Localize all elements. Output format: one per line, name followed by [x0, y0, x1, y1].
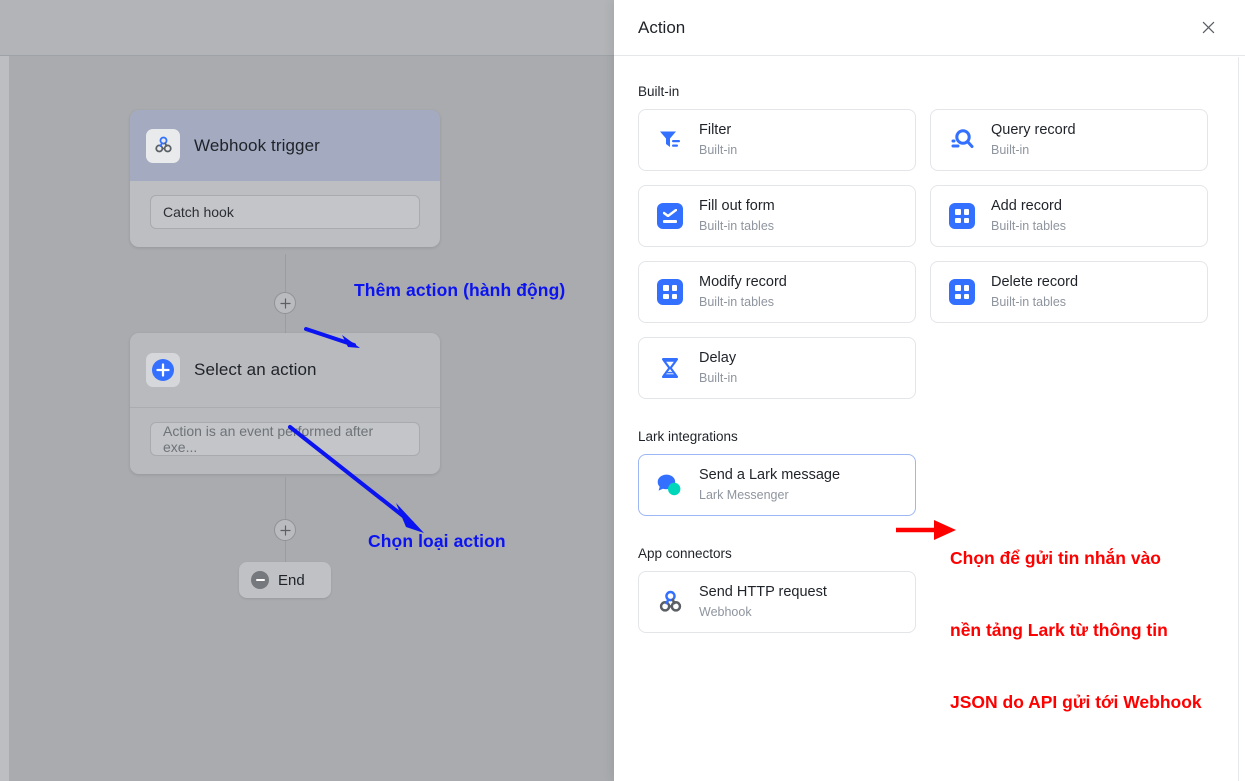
- canvas-body[interactable]: Webhook trigger Catch hook Select an act…: [9, 56, 614, 781]
- grid-icon: [947, 277, 977, 307]
- action-card-delete-record[interactable]: Delete record Built-in tables: [930, 261, 1208, 323]
- workflow-action-picker-screen: Webhook trigger Catch hook Select an act…: [0, 0, 1245, 781]
- grid-icon: [947, 201, 977, 231]
- action-card-filter[interactable]: Filter Built-in: [638, 109, 916, 171]
- card-text: Delete record Built-in tables: [991, 273, 1078, 311]
- card-label: Add record: [991, 197, 1062, 214]
- action-card-delay[interactable]: Delay Built-in: [638, 337, 916, 399]
- annotation-arrow-choose-action-type: [288, 425, 424, 533]
- action-card-send-http-request[interactable]: Send HTTP request Webhook: [638, 571, 916, 633]
- node-end[interactable]: End: [239, 562, 331, 598]
- card-label: Send HTTP request: [699, 583, 827, 600]
- section-title-built-in: Built-in: [638, 84, 680, 99]
- action-node-header: Select an action: [130, 333, 440, 408]
- trigger-node-title: Webhook trigger: [194, 135, 320, 155]
- card-text: Delay Built-in: [699, 349, 737, 387]
- action-card-modify-record[interactable]: Modify record Built-in tables: [638, 261, 916, 323]
- annotation-add-action-text: Thêm action (hành động): [354, 280, 566, 300]
- trigger-event-field[interactable]: Catch hook: [150, 195, 420, 229]
- canvas-left-rail: [0, 56, 9, 781]
- hourglass-icon: [655, 353, 685, 383]
- card-sub: Built-in tables: [991, 219, 1067, 233]
- webhook-icon: [146, 128, 180, 163]
- minus-circle-icon: [251, 571, 269, 589]
- annotation-lark-line1: Chọn để gửi tin nhắn vào: [950, 548, 1161, 568]
- card-text: Modify record Built-in tables: [699, 273, 787, 311]
- action-panel: Action Built-in Filter Built-in Query re…: [614, 0, 1245, 781]
- card-label: Query record: [991, 121, 1076, 138]
- annotation-lark-line3: JSON do API gửi tới Webhook: [950, 692, 1202, 712]
- card-text: Send HTTP request Webhook: [699, 583, 827, 621]
- annotation-arrow-add-action: [304, 327, 360, 348]
- action-panel-header: Action: [614, 0, 1245, 56]
- card-sub: Built-in: [699, 143, 738, 157]
- search-record-icon: [947, 125, 977, 155]
- action-card-fill-out-form[interactable]: Fill out form Built-in tables: [638, 185, 916, 247]
- canvas-top-bar: [0, 0, 614, 56]
- card-sub: Built-in tables: [699, 219, 775, 233]
- card-sub: Built-in: [699, 371, 738, 385]
- grid-icon: [655, 277, 685, 307]
- end-node-label: End: [278, 571, 305, 589]
- connector-line-1: [285, 254, 286, 292]
- card-label: Delay: [699, 349, 737, 366]
- workflow-canvas[interactable]: Webhook trigger Catch hook Select an act…: [0, 0, 614, 781]
- card-sub: Lark Messenger: [699, 488, 789, 502]
- annotation-lark-line2: nền tảng Lark từ thông tin: [950, 620, 1168, 640]
- annotation-lark-text: Chọn để gửi tin nhắn vào nền tảng Lark t…: [950, 498, 1202, 762]
- add-step-button-1[interactable]: [274, 292, 296, 314]
- card-sub: Built-in: [991, 143, 1030, 157]
- trigger-node-header: Webhook trigger: [130, 110, 440, 181]
- card-label: Send a Lark message: [699, 466, 841, 483]
- card-label: Modify record: [699, 273, 787, 290]
- action-node-title: Select an action: [194, 360, 317, 379]
- card-grid-built-in: Filter Built-in Query record Built-in Fi…: [638, 109, 1208, 399]
- filter-icon: [655, 125, 685, 155]
- card-label: Fill out form: [699, 197, 775, 214]
- card-label: Delete record: [991, 273, 1079, 290]
- action-card-query-record[interactable]: Query record Built-in: [930, 109, 1208, 171]
- form-check-icon: [655, 201, 685, 231]
- trigger-node-body: Catch hook: [130, 181, 440, 247]
- section-title-lark-integrations: Lark integrations: [638, 429, 738, 444]
- card-text: Filter Built-in: [699, 121, 737, 159]
- annotation-choose-action-text: Chọn loại action: [368, 531, 506, 551]
- card-sub: Built-in tables: [699, 295, 775, 309]
- webhook-icon: [655, 587, 685, 617]
- card-text: Fill out form Built-in tables: [699, 197, 775, 235]
- lark-chat-icon: [655, 470, 685, 500]
- panel-title: Action: [638, 17, 686, 37]
- close-icon[interactable]: [1195, 15, 1221, 41]
- panel-scrollbar[interactable]: [1238, 57, 1239, 781]
- card-sub: Built-in tables: [991, 295, 1067, 309]
- plus-circle-icon: [146, 353, 180, 387]
- card-text: Query record Built-in: [991, 121, 1076, 159]
- node-webhook-trigger[interactable]: Webhook trigger Catch hook: [130, 110, 440, 247]
- card-text: Add record Built-in tables: [991, 197, 1066, 235]
- card-label: Filter: [699, 121, 732, 138]
- card-text: Send a Lark message Lark Messenger: [699, 466, 840, 504]
- card-sub: Webhook: [699, 605, 752, 619]
- action-card-send-lark-message[interactable]: Send a Lark message Lark Messenger: [638, 454, 916, 516]
- action-card-add-record[interactable]: Add record Built-in tables: [930, 185, 1208, 247]
